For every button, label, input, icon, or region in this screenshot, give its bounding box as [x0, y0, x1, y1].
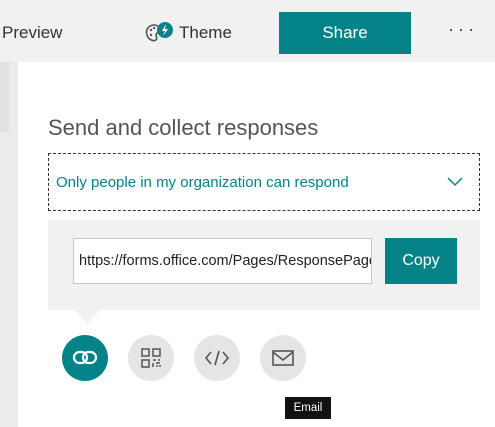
palette-icon — [145, 22, 173, 42]
link-area-pointer — [74, 310, 100, 324]
share-label: Share — [322, 23, 368, 42]
chevron-down-icon — [447, 177, 463, 187]
copy-button[interactable]: Copy — [385, 238, 457, 284]
permission-dropdown[interactable]: Only people in my organization can respo… — [48, 153, 480, 211]
share-button[interactable]: Share — [279, 12, 411, 54]
share-url-input[interactable] — [73, 238, 372, 284]
share-embed-button[interactable] — [194, 335, 240, 381]
preview-label: Preview — [2, 23, 63, 42]
theme-label: Theme — [179, 23, 232, 42]
share-link-button[interactable] — [62, 335, 108, 381]
more-label: ··· — [448, 18, 478, 39]
left-strip — [0, 62, 18, 427]
email-icon — [272, 350, 294, 366]
embed-icon — [204, 350, 230, 366]
qr-code-icon — [141, 348, 161, 368]
email-tooltip: Email — [285, 397, 331, 419]
share-email-button[interactable] — [260, 335, 306, 381]
theme-button[interactable]: Theme — [143, 12, 232, 54]
share-qr-button[interactable] — [128, 335, 174, 381]
link-icon — [72, 350, 98, 365]
left-strip-accent — [0, 62, 9, 132]
link-area: Copy — [48, 220, 480, 310]
top-bar: Preview Theme Share ··· — [0, 0, 495, 62]
permission-selected: Only people in my organization can respo… — [56, 174, 349, 191]
more-options-button[interactable]: ··· — [448, 8, 478, 50]
panel-title: Send and collect responses — [48, 115, 319, 140]
preview-button[interactable]: Preview — [2, 12, 62, 54]
share-panel: Send and collect responses Only people i… — [18, 62, 495, 427]
